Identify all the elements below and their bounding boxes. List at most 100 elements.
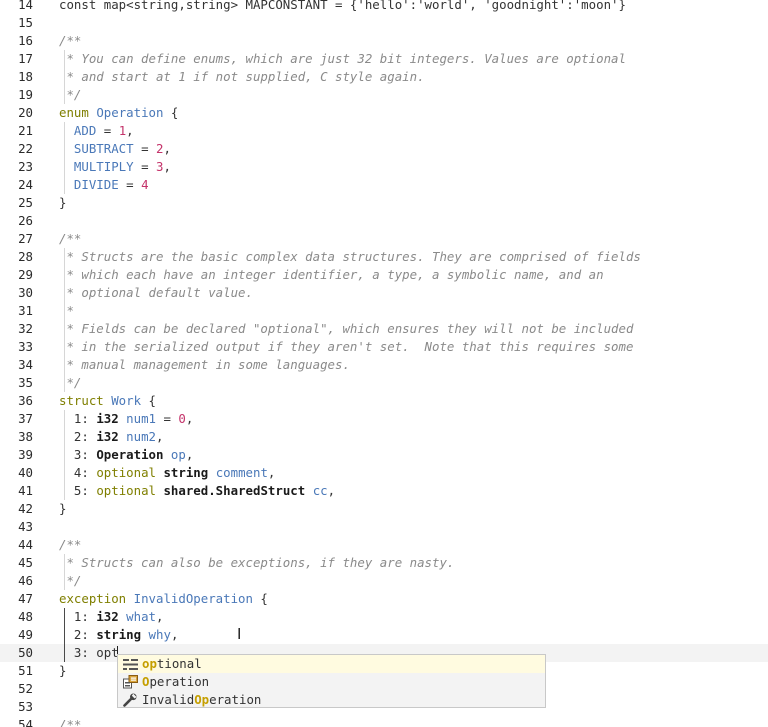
code-line[interactable]: 27 /** bbox=[0, 230, 768, 248]
code-token: comment bbox=[215, 465, 268, 480]
line-number: 26 bbox=[18, 213, 33, 228]
code-token: DIVIDE bbox=[59, 177, 119, 192]
code-line[interactable]: 20 enum Operation { bbox=[0, 104, 768, 122]
code-token: cc bbox=[312, 483, 328, 498]
code-token: } bbox=[59, 195, 67, 210]
code-token: enum bbox=[59, 105, 97, 120]
code-line[interactable]: 44 /** bbox=[0, 536, 768, 554]
line-number: 29 bbox=[18, 267, 33, 282]
code-line[interactable]: 40 4: optional string comment, bbox=[0, 464, 768, 482]
code-token: , bbox=[126, 123, 134, 138]
code-text: /** bbox=[59, 716, 81, 727]
code-token: i32 bbox=[96, 609, 119, 624]
code-line[interactable]: 26 bbox=[0, 212, 768, 230]
code-line[interactable]: 47 exception InvalidOperation { bbox=[0, 590, 768, 608]
line-number: 31 bbox=[18, 303, 33, 318]
code-token: = bbox=[133, 141, 156, 156]
code-line[interactable]: 22 SUBTRACT = 2, bbox=[0, 140, 768, 158]
code-line[interactable]: 54 /** bbox=[0, 716, 768, 727]
code-line[interactable]: 42} bbox=[0, 500, 768, 518]
line-number: 30 bbox=[18, 285, 33, 300]
code-token: SUBTRACT bbox=[59, 141, 134, 156]
code-line[interactable]: 14 const map<string,string> MAPCONSTANT =… bbox=[0, 0, 768, 14]
code-token: exception bbox=[59, 591, 134, 606]
code-line[interactable]: 16 /** bbox=[0, 32, 768, 50]
code-line[interactable]: 29 * which each have an integer identifi… bbox=[0, 266, 768, 284]
code-line[interactable]: 25} bbox=[0, 194, 768, 212]
code-text: * Structs can also be exceptions, if the… bbox=[59, 554, 454, 572]
code-line[interactable]: 45 * Structs can also be exceptions, if … bbox=[0, 554, 768, 572]
line-number: 54 bbox=[18, 717, 33, 727]
code-line[interactable]: 33 * in the serialized output if they ar… bbox=[0, 338, 768, 356]
code-text: * Structs are the basic complex data str… bbox=[59, 248, 641, 266]
code-token: 3: opt bbox=[59, 645, 119, 660]
line-number: 50 bbox=[18, 645, 33, 660]
text-cursor-icon: I bbox=[237, 625, 242, 643]
code-line[interactable]: 23 MULTIPLY = 3, bbox=[0, 158, 768, 176]
code-line[interactable]: 41 5: optional shared.SharedStruct cc, bbox=[0, 482, 768, 500]
code-token: what bbox=[126, 609, 157, 624]
code-line[interactable]: 36 struct Work { bbox=[0, 392, 768, 410]
code-editor[interactable]: 14 const map<string,string> MAPCONSTANT =… bbox=[0, 0, 768, 727]
code-line[interactable]: 38 2: i32 num2, bbox=[0, 428, 768, 446]
code-line[interactable]: 48 1: i32 what, bbox=[0, 608, 768, 626]
code-line[interactable]: 46 */ bbox=[0, 572, 768, 590]
suggestion-item[interactable]: optional bbox=[118, 655, 545, 673]
line-number: 49 bbox=[18, 627, 33, 642]
line-number: 25 bbox=[18, 195, 33, 210]
code-line[interactable]: 34 * manual management in some languages… bbox=[0, 356, 768, 374]
line-number: 38 bbox=[18, 429, 33, 444]
code-token: { bbox=[252, 591, 268, 606]
code-token: i32 bbox=[96, 411, 119, 426]
code-text: * optional default value. bbox=[59, 284, 253, 302]
line-number: 23 bbox=[18, 159, 33, 174]
code-line[interactable]: 21 ADD = 1, bbox=[0, 122, 768, 140]
code-token: string bbox=[96, 627, 142, 642]
code-line[interactable]: 37 1: i32 num1 = 0, bbox=[0, 410, 768, 428]
code-token: , bbox=[327, 483, 336, 498]
code-line[interactable]: 31 * bbox=[0, 302, 768, 320]
code-line[interactable]: 28 * Structs are the basic complex data … bbox=[0, 248, 768, 266]
code-token: * Structs are the basic complex data str… bbox=[59, 249, 641, 264]
code-token: /** bbox=[59, 717, 82, 727]
code-token: Work bbox=[111, 393, 142, 408]
line-number: 16 bbox=[18, 33, 33, 48]
code-token: shared.SharedStruct bbox=[163, 483, 306, 498]
autocomplete-widget[interactable]: optional Operation InvalidOperation bbox=[117, 654, 546, 708]
code-token: optional bbox=[96, 465, 156, 480]
code-line[interactable]: 39 3: Operation op, bbox=[0, 446, 768, 464]
code-line[interactable]: 15 bbox=[0, 14, 768, 32]
code-line[interactable]: 49 2: string why, bbox=[0, 626, 768, 644]
code-token: InvalidOperation bbox=[133, 591, 253, 606]
code-token: Operation bbox=[96, 105, 164, 120]
code-line[interactable]: 43 bbox=[0, 518, 768, 536]
code-line[interactable]: 17 * You can define enums, which are jus… bbox=[0, 50, 768, 68]
code-line[interactable]: 35 */ bbox=[0, 374, 768, 392]
indent-guide bbox=[64, 248, 65, 392]
code-text: } bbox=[59, 500, 66, 518]
code-token: 4 bbox=[141, 177, 149, 192]
line-number: 48 bbox=[18, 609, 33, 624]
suggestion-item[interactable]: Operation bbox=[118, 673, 545, 691]
code-line[interactable]: 32 * Fields can be declared "optional", … bbox=[0, 320, 768, 338]
suggestion-label: Operation bbox=[142, 674, 210, 689]
code-line[interactable]: 18 * and start at 1 if not supplied, C s… bbox=[0, 68, 768, 86]
code-line[interactable]: 19 */ bbox=[0, 86, 768, 104]
code-token: i32 bbox=[96, 429, 119, 444]
line-number: 37 bbox=[18, 411, 33, 426]
code-text: 1: i32 num1 = 0, bbox=[59, 410, 193, 428]
line-number: 52 bbox=[18, 681, 33, 696]
code-text: ADD = 1, bbox=[59, 122, 134, 140]
code-text: */ bbox=[59, 374, 81, 392]
line-number: 34 bbox=[18, 357, 33, 372]
line-number: 22 bbox=[18, 141, 33, 156]
code-line[interactable]: 30 * optional default value. bbox=[0, 284, 768, 302]
suggestion-item[interactable]: InvalidOperation bbox=[118, 691, 545, 709]
code-text: 1: i32 what, bbox=[59, 608, 164, 626]
code-text: 3: opt bbox=[59, 644, 119, 662]
code-text: exception InvalidOperation { bbox=[59, 590, 268, 608]
line-number: 17 bbox=[18, 51, 33, 66]
code-text: 2: i32 num2, bbox=[59, 428, 164, 446]
code-line[interactable]: 24 DIVIDE = 4 bbox=[0, 176, 768, 194]
